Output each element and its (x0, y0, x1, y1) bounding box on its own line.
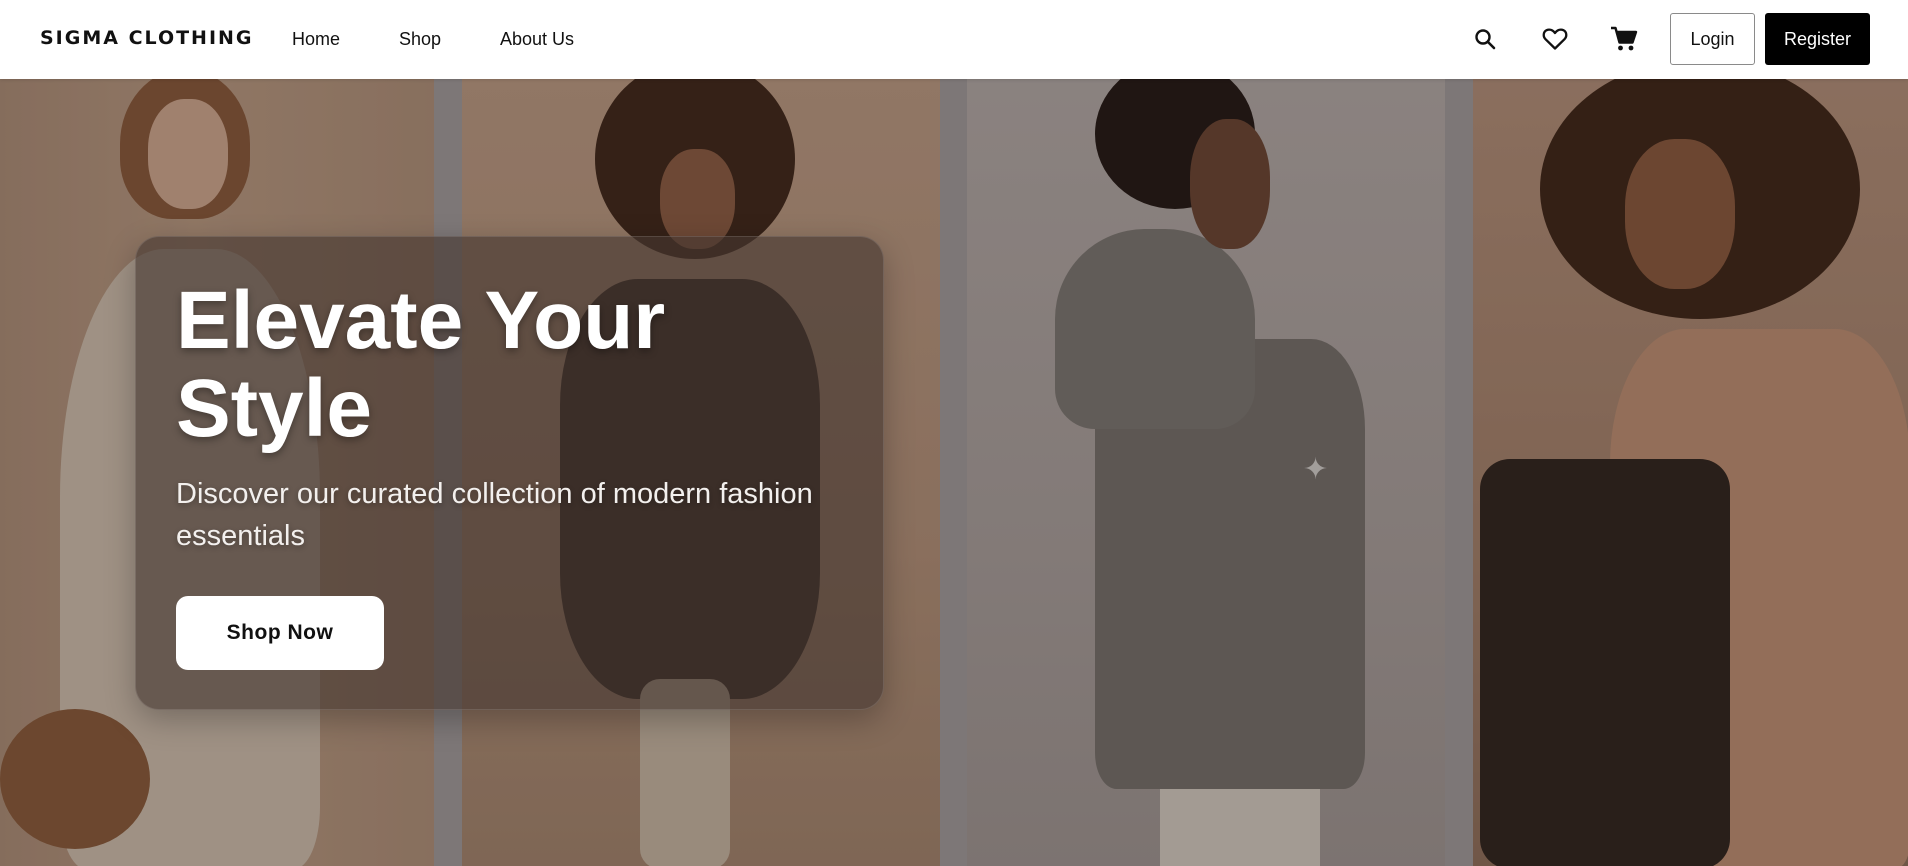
hero-subtitle: Discover our curated collection of moder… (176, 478, 813, 552)
shop-now-button[interactable]: Shop Now (176, 596, 384, 670)
register-button[interactable]: Register (1765, 13, 1870, 65)
hero-section: ✦ Elevate Your Style Discover our curate… (0, 79, 1908, 866)
nav-home-link[interactable]: Home (292, 29, 340, 50)
nav-about-link[interactable]: About Us (500, 29, 574, 50)
search-icon[interactable] (1468, 22, 1502, 56)
heart-icon[interactable] (1538, 22, 1572, 56)
cart-icon[interactable] (1607, 22, 1641, 56)
site-header: SIGMA CLOTHING Home Shop About Us Login … (0, 0, 1908, 79)
hero-card: Elevate Your Style Discover our curated … (135, 236, 884, 710)
nav-shop-link[interactable]: Shop (399, 29, 441, 50)
brand-logo[interactable]: SIGMA CLOTHING (40, 27, 254, 49)
hero-title: Elevate Your Style (176, 275, 666, 454)
login-button[interactable]: Login (1670, 13, 1755, 65)
